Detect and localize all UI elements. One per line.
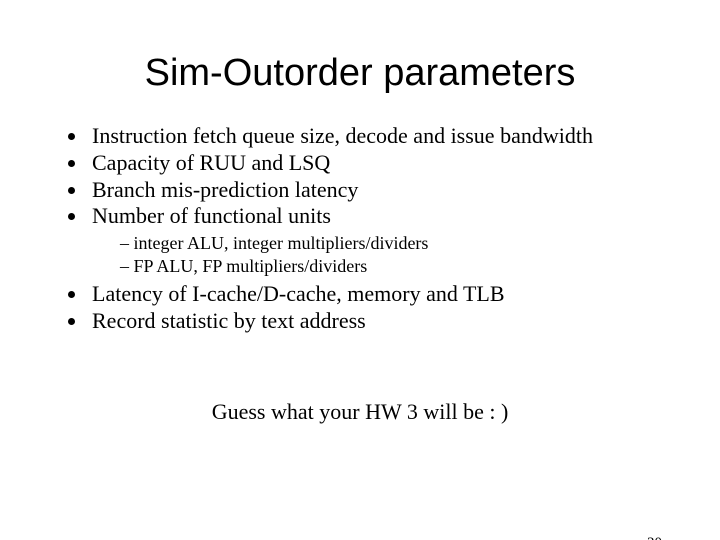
- slide: Sim-Outorder parameters Instruction fetc…: [0, 52, 720, 540]
- closing-remark: Guess what your HW 3 will be : ): [0, 399, 720, 425]
- list-item: FP ALU, FP multipliers/dividers: [120, 255, 680, 278]
- list-item: Record statistic by text address: [88, 308, 680, 335]
- list-item-text: Number of functional units: [92, 203, 331, 228]
- list-item: Capacity of RUU and LSQ: [88, 150, 680, 177]
- bullet-list: Instruction fetch queue size, decode and…: [64, 123, 720, 335]
- list-item: Branch mis-prediction latency: [88, 177, 680, 204]
- list-item: Latency of I-cache/D-cache, memory and T…: [88, 281, 680, 308]
- slide-title: Sim-Outorder parameters: [0, 52, 720, 95]
- sub-bullet-list: integer ALU, integer multipliers/divider…: [120, 232, 680, 277]
- list-item: Instruction fetch queue size, decode and…: [88, 123, 680, 150]
- list-item: integer ALU, integer multipliers/divider…: [120, 232, 680, 255]
- list-item: Number of functional units integer ALU, …: [88, 203, 680, 277]
- page-number: 20: [647, 535, 662, 540]
